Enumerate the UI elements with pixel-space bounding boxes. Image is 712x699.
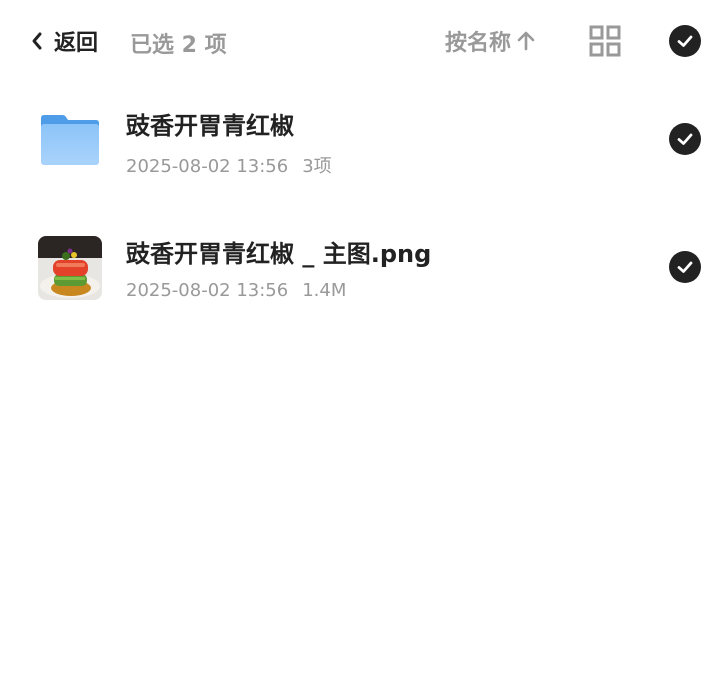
check-icon: [677, 261, 693, 273]
arrow-up-icon: [517, 31, 535, 51]
check-icon: [677, 35, 693, 47]
chevron-left-icon: [32, 32, 42, 50]
selected-count: 已选 2 项: [130, 33, 227, 58]
list-item[interactable]: 豉香开胃青红椒 _ 主图.png 2025-08-02 13:56 1.4M: [0, 210, 712, 338]
file-name: 豉香开胃青红椒 _ 主图.png: [126, 240, 432, 268]
image-thumbnail: [38, 236, 102, 300]
grid-view-icon: [589, 25, 621, 57]
item-select-checkbox[interactable]: [669, 251, 701, 283]
top-bar: 返回 已选 2 项 按名称: [0, 0, 712, 82]
file-meta: 2025-08-02 13:56 3项: [126, 152, 332, 178]
check-icon: [677, 133, 693, 145]
file-meta: 2025-08-02 13:56 1.4M: [126, 280, 346, 301]
grid-view-button[interactable]: [589, 25, 621, 57]
file-info: 1.4M: [302, 280, 347, 301]
sort-by-name-button[interactable]: 按名称: [445, 25, 537, 57]
file-name: 豉香开胃青红椒: [126, 112, 294, 140]
sort-label: 按名称: [445, 31, 512, 56]
file-date: 2025-08-02 13:56: [126, 156, 289, 177]
file-list: 豉香开胃青红椒 2025-08-02 13:56 3项 豉香开胃青红椒 _ 主图…: [0, 82, 712, 338]
item-select-checkbox[interactable]: [669, 123, 701, 155]
back-label: 返回: [54, 31, 99, 56]
list-item[interactable]: 豉香开胃青红椒 2025-08-02 13:56 3项: [0, 82, 712, 210]
select-all-checkbox[interactable]: [669, 25, 701, 57]
file-info: 3项: [302, 156, 332, 177]
back-button[interactable]: 返回: [28, 24, 98, 58]
folder-icon: [38, 108, 102, 172]
file-date: 2025-08-02 13:56: [126, 280, 289, 301]
